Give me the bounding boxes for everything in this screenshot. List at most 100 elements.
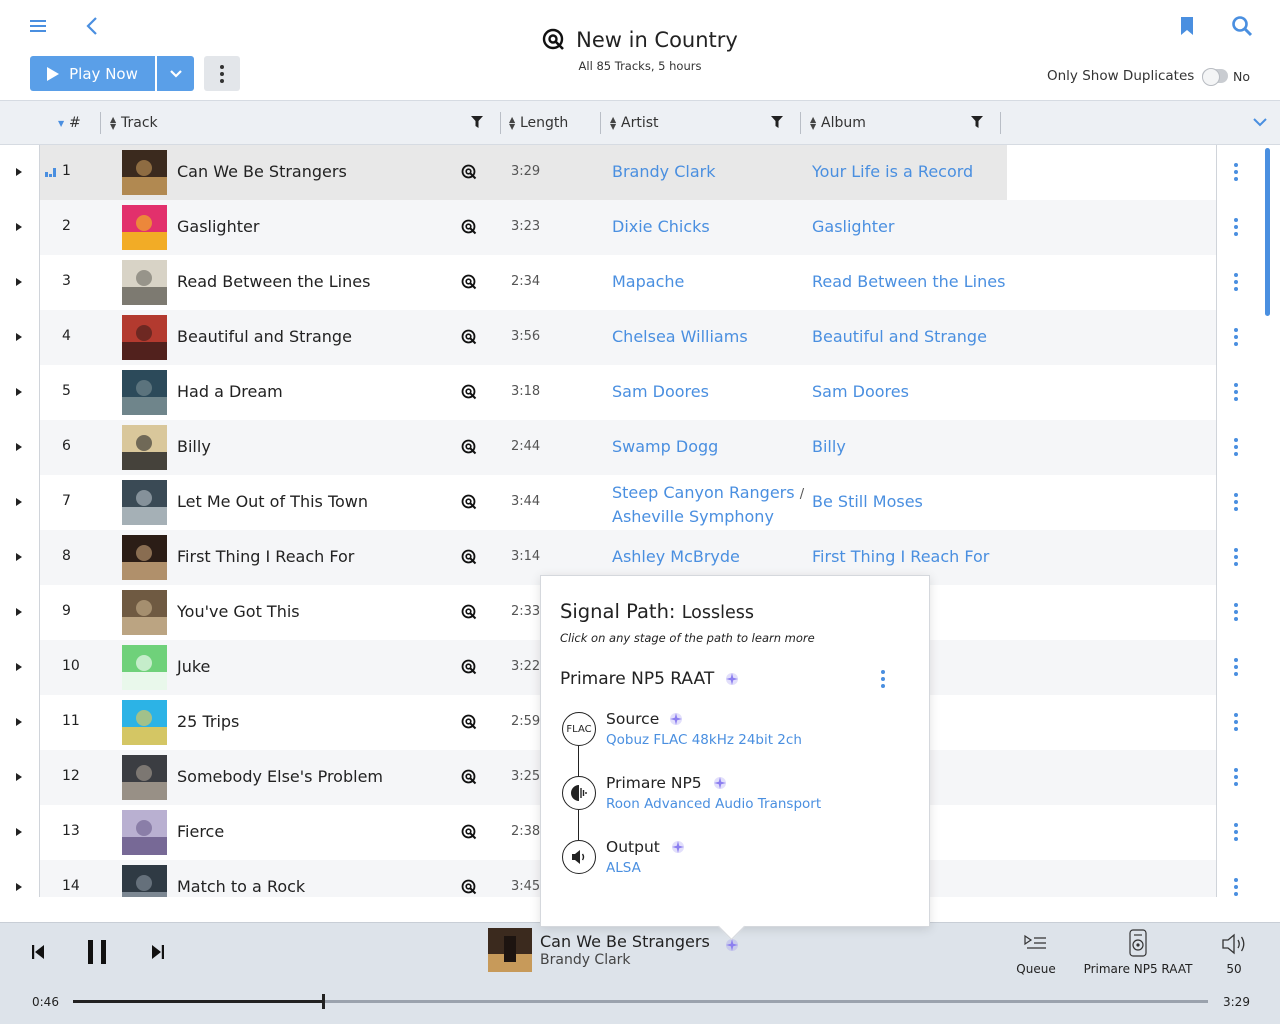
track-album[interactable]: First Thing I Reach For bbox=[812, 547, 989, 566]
play-now-button[interactable]: Play Now bbox=[30, 56, 155, 91]
column-divider[interactable] bbox=[800, 112, 801, 134]
track-artist[interactable]: Ashley McBryde bbox=[612, 547, 740, 566]
column-header-track[interactable]: ▲ ▼ Track bbox=[110, 101, 158, 145]
raat-icon[interactable] bbox=[562, 776, 596, 810]
track-artist[interactable]: Dixie Chicks bbox=[612, 217, 710, 236]
album-art[interactable] bbox=[122, 425, 167, 470]
track-title[interactable]: Read Between the Lines bbox=[177, 272, 370, 291]
track-artist[interactable]: Sam Doores bbox=[612, 382, 709, 401]
expand-row-arrow-icon[interactable] bbox=[16, 663, 22, 671]
expand-row-arrow-icon[interactable] bbox=[16, 443, 22, 451]
track-title[interactable]: Billy bbox=[177, 437, 211, 456]
table-row[interactable]: 2 Gaslighter 3:23 Dixie Chicks Gaslighter bbox=[0, 200, 1262, 255]
pause-icon[interactable] bbox=[86, 938, 108, 966]
album-art[interactable] bbox=[122, 480, 167, 525]
track-artist[interactable]: Steep Canyon Rangers / Asheville Symphony bbox=[612, 482, 804, 528]
duplicates-toggle[interactable] bbox=[1202, 68, 1228, 86]
row-more-options-icon[interactable] bbox=[1230, 876, 1242, 897]
track-album[interactable]: Beautiful and Strange bbox=[812, 327, 987, 346]
track-album[interactable]: Gaslighter bbox=[812, 217, 894, 236]
search-icon[interactable] bbox=[1230, 14, 1254, 38]
row-more-options-icon[interactable] bbox=[1230, 436, 1242, 458]
zone-speaker-icon[interactable] bbox=[1127, 927, 1149, 959]
zone-label[interactable]: Primare NP5 RAAT bbox=[1078, 962, 1198, 976]
row-more-options-icon[interactable] bbox=[1230, 161, 1242, 183]
queue-icon[interactable] bbox=[1024, 934, 1048, 952]
row-more-options-icon[interactable] bbox=[1230, 546, 1242, 568]
expand-row-arrow-icon[interactable] bbox=[16, 828, 22, 836]
column-header-album[interactable]: ▲ ▼ Album bbox=[810, 101, 866, 145]
row-more-options-icon[interactable] bbox=[1230, 216, 1242, 238]
expand-row-arrow-icon[interactable] bbox=[16, 883, 22, 891]
album-art[interactable] bbox=[122, 865, 167, 897]
column-divider[interactable] bbox=[1000, 112, 1001, 134]
track-album[interactable]: Read Between the Lines bbox=[812, 272, 1005, 291]
album-art[interactable] bbox=[122, 370, 167, 415]
filter-icon[interactable] bbox=[971, 115, 983, 129]
seek-handle[interactable] bbox=[322, 994, 325, 1009]
expand-row-arrow-icon[interactable] bbox=[16, 223, 22, 231]
row-more-options-icon[interactable] bbox=[1230, 381, 1242, 403]
column-header-number[interactable]: ▼ # bbox=[58, 101, 81, 145]
track-title[interactable]: Somebody Else's Problem bbox=[177, 767, 383, 786]
expand-row-arrow-icon[interactable] bbox=[16, 718, 22, 726]
track-album[interactable]: Sam Doores bbox=[812, 382, 909, 401]
source-stage-detail[interactable]: Qobuz FLAC 48kHz 24bit 2ch bbox=[606, 732, 802, 748]
album-art[interactable] bbox=[122, 535, 167, 580]
track-album[interactable]: Billy bbox=[812, 437, 846, 456]
source-stage-label[interactable]: Source bbox=[606, 710, 659, 728]
now-playing-album-art[interactable] bbox=[488, 928, 532, 972]
track-artist[interactable]: Chelsea Williams bbox=[612, 327, 748, 346]
signal-path-sparkle-icon[interactable] bbox=[725, 938, 739, 952]
album-art[interactable] bbox=[122, 590, 167, 635]
device-stage-label[interactable]: Primare NP5 bbox=[606, 774, 702, 792]
expand-row-arrow-icon[interactable] bbox=[16, 553, 22, 561]
expand-row-arrow-icon[interactable] bbox=[16, 333, 22, 341]
now-playing-title[interactable]: Can We Be Strangers bbox=[540, 932, 710, 951]
table-row[interactable]: 7 Let Me Out of This Town 3:44 Steep Canyon… bbox=[0, 475, 1262, 530]
chevron-down-icon[interactable] bbox=[1252, 114, 1268, 130]
track-album[interactable]: Be Still Moses bbox=[812, 492, 923, 511]
output-stage-detail[interactable]: ALSA bbox=[606, 860, 641, 876]
volume-icon[interactable] bbox=[1221, 932, 1249, 956]
expand-row-arrow-icon[interactable] bbox=[16, 773, 22, 781]
track-title[interactable]: Fierce bbox=[177, 822, 224, 841]
track-title[interactable]: You've Got This bbox=[177, 602, 300, 621]
column-divider[interactable] bbox=[500, 112, 501, 134]
album-art[interactable] bbox=[122, 755, 167, 800]
track-album[interactable]: Your Life is a Record bbox=[812, 162, 973, 181]
track-title[interactable]: Beautiful and Strange bbox=[177, 327, 352, 346]
filter-icon[interactable] bbox=[771, 115, 783, 129]
row-more-options-icon[interactable] bbox=[1230, 766, 1242, 788]
expand-row-arrow-icon[interactable] bbox=[16, 608, 22, 616]
album-art[interactable] bbox=[122, 315, 167, 360]
row-more-options-icon[interactable] bbox=[1230, 656, 1242, 678]
track-title[interactable]: Had a Dream bbox=[177, 382, 283, 401]
track-title[interactable]: Match to a Rock bbox=[177, 877, 305, 896]
table-row[interactable]: 5 Had a Dream 3:18 Sam Doores Sam Doores bbox=[0, 365, 1262, 420]
album-art[interactable] bbox=[122, 260, 167, 305]
column-header-length[interactable]: ▲ ▼ Length bbox=[509, 101, 568, 145]
track-title[interactable]: Gaslighter bbox=[177, 217, 259, 236]
device-stage-detail[interactable]: Roon Advanced Audio Transport bbox=[606, 796, 821, 812]
expand-row-arrow-icon[interactable] bbox=[16, 278, 22, 286]
expand-row-arrow-icon[interactable] bbox=[16, 498, 22, 506]
table-row[interactable]: 1 Can We Be Strangers 3:29 Brandy Clark Your… bbox=[0, 145, 1262, 200]
track-title[interactable]: Let Me Out of This Town bbox=[177, 492, 368, 511]
scrollbar-thumb[interactable] bbox=[1265, 148, 1270, 316]
track-artist[interactable]: Swamp Dogg bbox=[612, 437, 718, 456]
track-title[interactable]: First Thing I Reach For bbox=[177, 547, 354, 566]
album-art[interactable] bbox=[122, 810, 167, 855]
table-row[interactable]: 6 Billy 2:44 Swamp Dogg Billy bbox=[0, 420, 1262, 475]
column-divider[interactable] bbox=[600, 112, 601, 134]
volume-level[interactable]: 50 bbox=[1219, 962, 1249, 976]
track-artist[interactable]: Mapache bbox=[612, 272, 684, 291]
flac-icon[interactable]: FLAC bbox=[562, 712, 596, 746]
track-artist[interactable]: Brandy Clark bbox=[612, 162, 715, 181]
next-track-icon[interactable] bbox=[151, 944, 165, 960]
queue-label[interactable]: Queue bbox=[1016, 962, 1056, 976]
vertical-dots-icon[interactable] bbox=[877, 668, 889, 690]
track-title[interactable]: Juke bbox=[177, 657, 210, 676]
filter-icon[interactable] bbox=[471, 115, 483, 129]
row-more-options-icon[interactable] bbox=[1230, 326, 1242, 348]
